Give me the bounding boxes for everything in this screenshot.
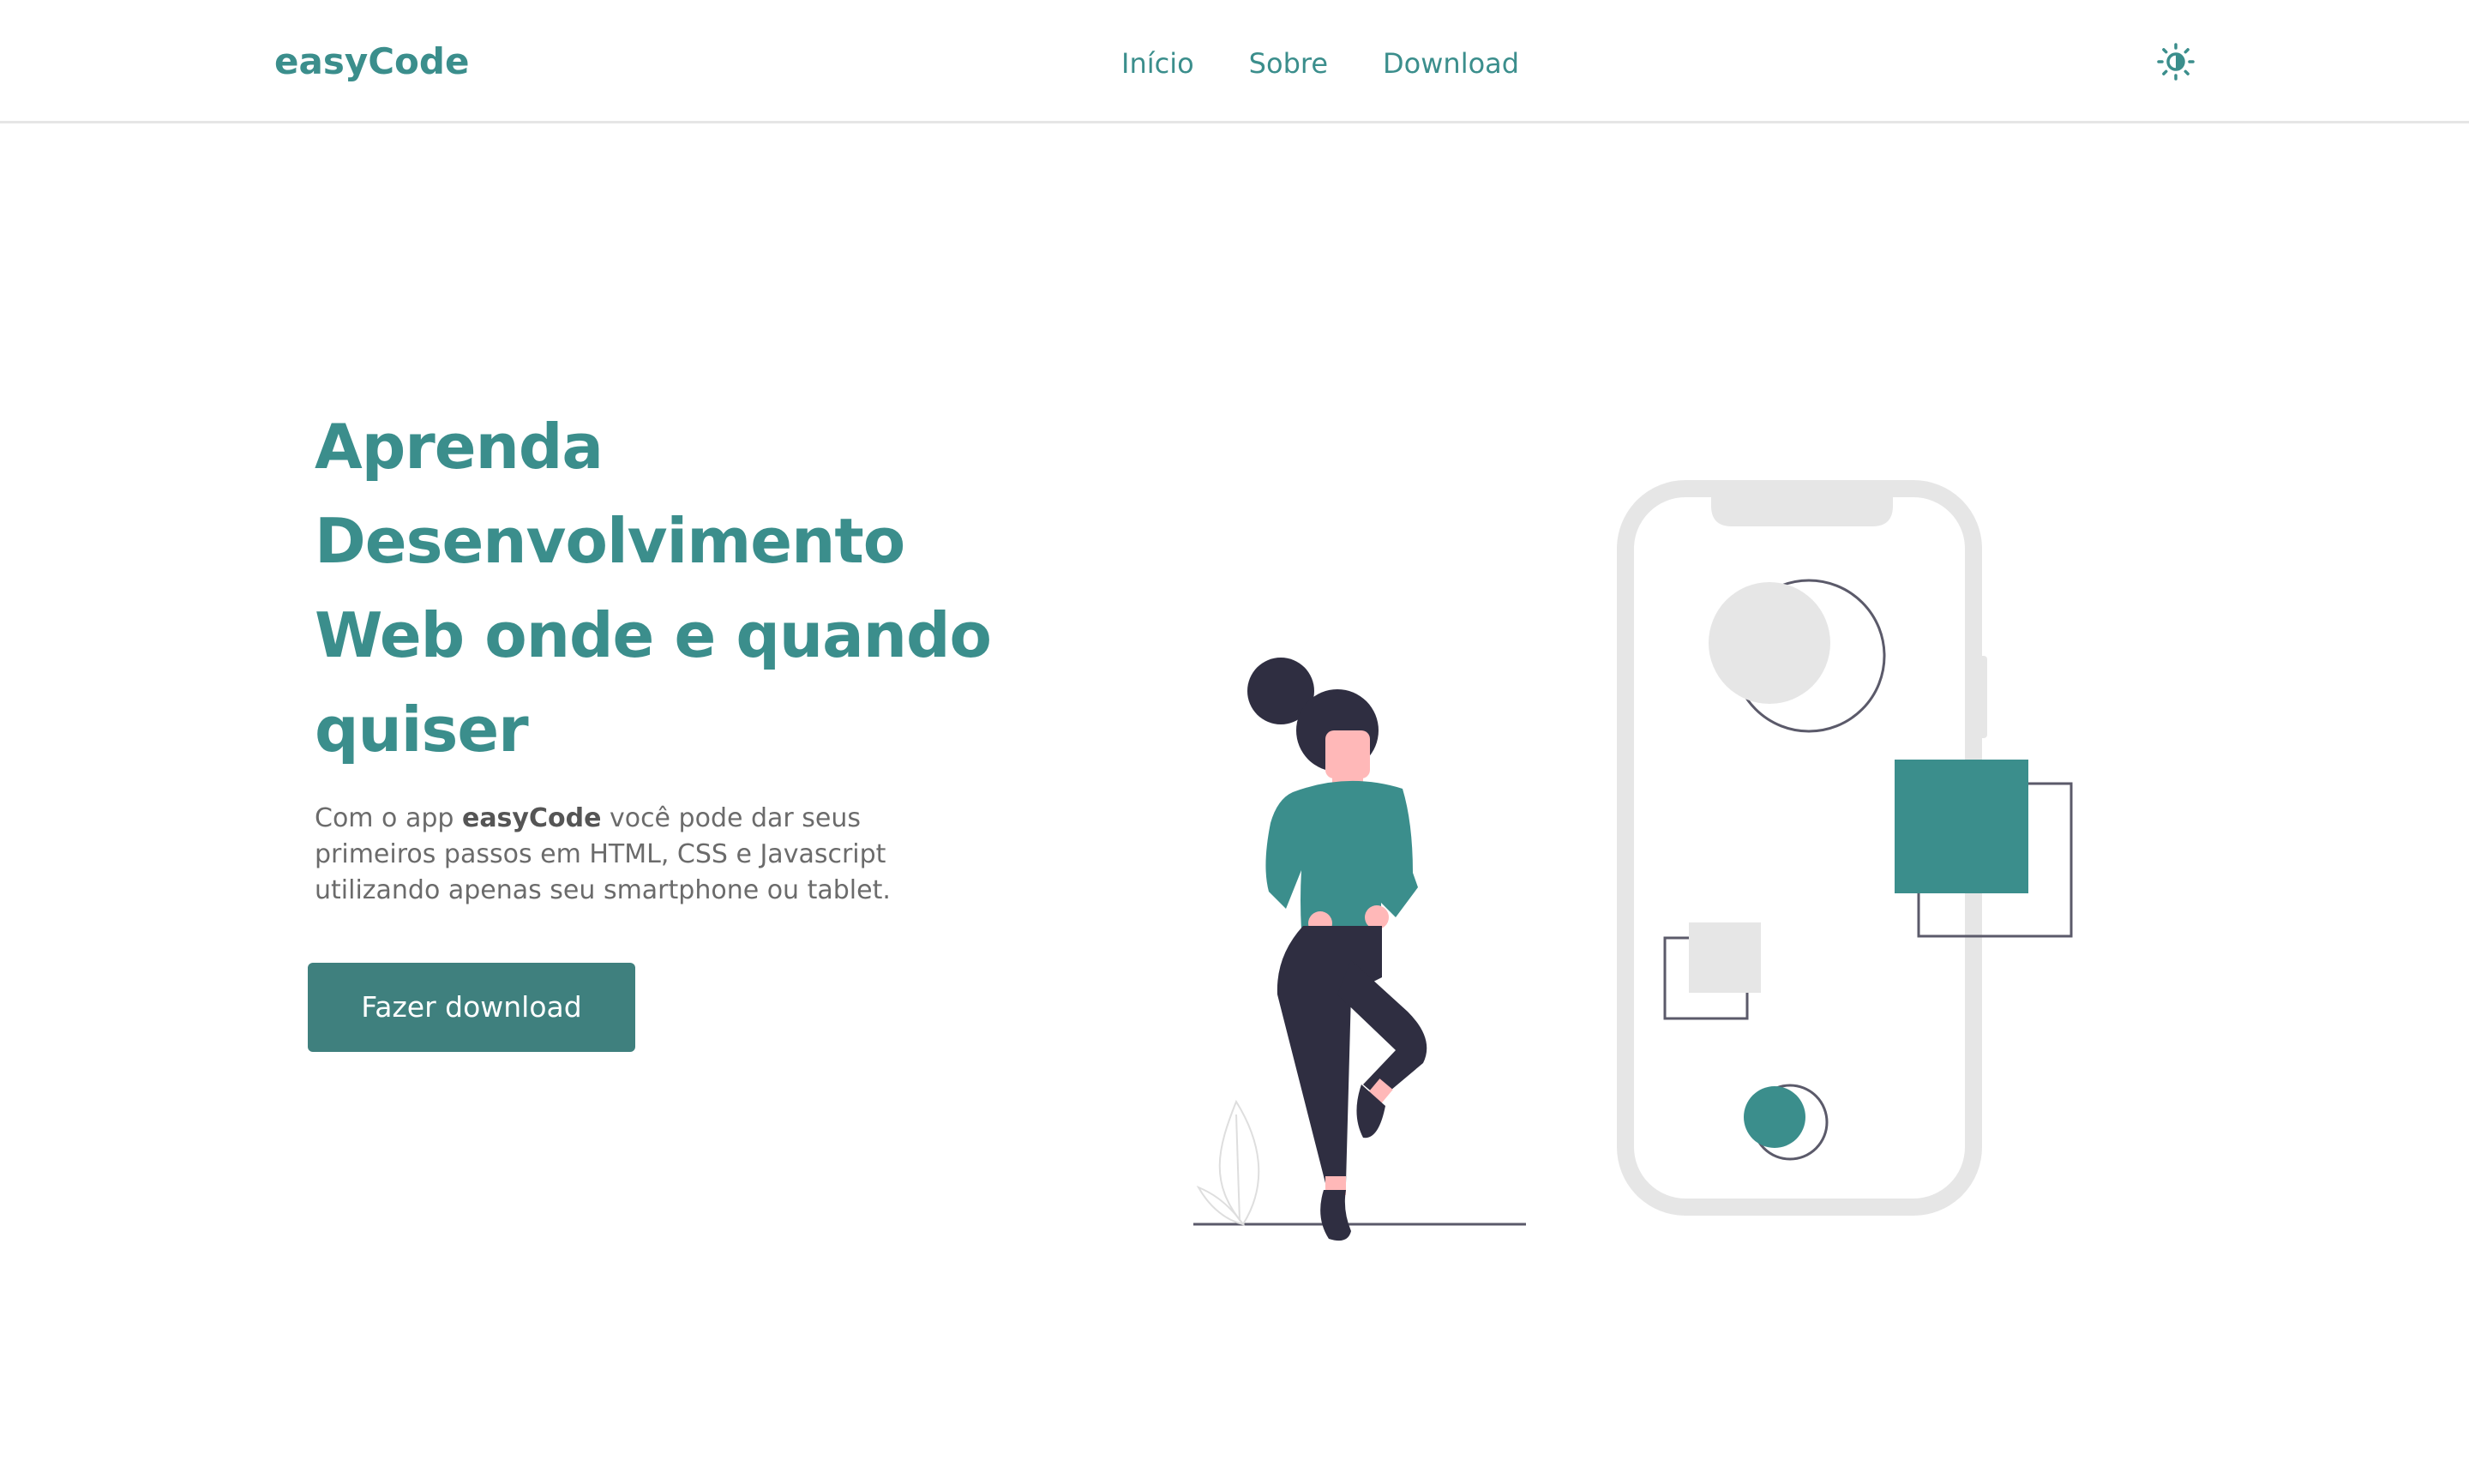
nav-link-sobre[interactable]: Sobre [1249, 45, 1328, 82]
download-button[interactable]: Fazer download [308, 963, 635, 1052]
hero-description: Com o app easyCode você pode dar seus pr… [315, 801, 932, 909]
phone-illustration [1617, 480, 2073, 1216]
plant-outline [1196, 1099, 1260, 1226]
sun-icon[interactable] [2157, 43, 2195, 81]
hero-illustration [1193, 480, 2073, 1241]
hero-description-before: Com o app [315, 803, 462, 833]
main-nav: Início Sobre Download [1121, 45, 1519, 82]
hero-title: Aprenda Desenvolvimento Web onde e quand… [315, 411, 992, 766]
woman-illustration [1247, 658, 1427, 1241]
nav-link-inicio[interactable]: Início [1121, 45, 1194, 82]
site-header: easyCode Início Sobre Download [0, 0, 2469, 123]
nav-link-download[interactable]: Download [1383, 45, 1519, 82]
logo[interactable]: easyCode [274, 41, 469, 82]
hero-description-brand: easyCode [461, 803, 602, 833]
